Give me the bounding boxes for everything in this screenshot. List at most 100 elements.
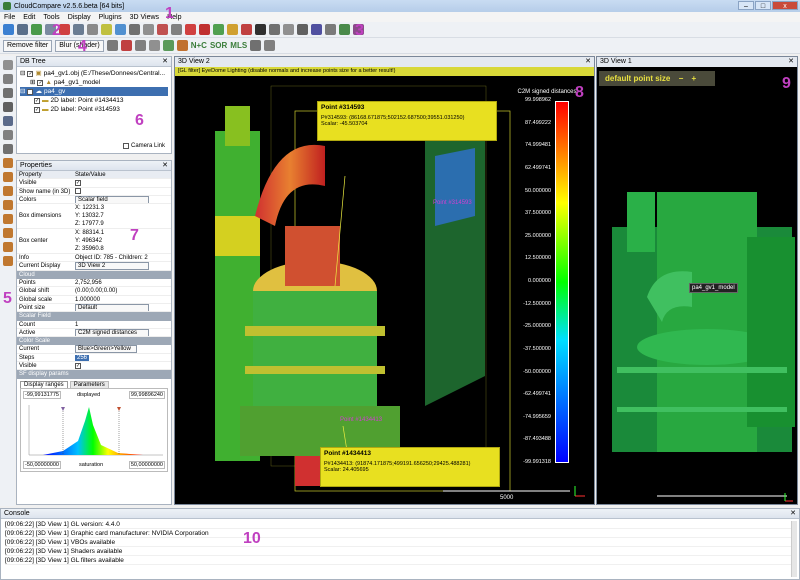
capture-icon[interactable] (250, 40, 262, 51)
menu-tools[interactable]: Tools (43, 14, 59, 21)
color-icon[interactable] (157, 24, 168, 35)
point-label-1[interactable]: Point #314593 P#314593: (86168.671875;50… (317, 101, 497, 141)
prop-visible[interactable]: Visible ✓ (17, 179, 171, 188)
filter-icon[interactable] (227, 24, 238, 35)
tab-parameters[interactable]: Parameters (69, 380, 109, 388)
console-close-icon[interactable]: ✕ (790, 509, 796, 519)
point-size-select[interactable]: Default (75, 303, 149, 312)
iso-view-2-icon[interactable] (2, 256, 13, 266)
measure-icon[interactable] (283, 24, 294, 35)
view-front-icon[interactable] (2, 172, 13, 182)
iso-view-icon[interactable] (2, 242, 13, 252)
remove-filter-button[interactable]: Remove filter (3, 39, 53, 52)
sphere-icon[interactable] (255, 24, 266, 35)
point-pick-icon[interactable] (185, 24, 196, 35)
segment-icon[interactable] (87, 24, 98, 35)
active-sf-select[interactable]: C2M signed distances (75, 328, 149, 337)
pivot-icon[interactable] (2, 102, 13, 112)
crop-icon[interactable] (129, 24, 140, 35)
point-label-2[interactable]: Point #1434413 P#1434413: (91874.171875;… (320, 447, 500, 487)
camera-icon[interactable] (311, 24, 322, 35)
center-icon[interactable] (2, 130, 13, 140)
console-log[interactable]: [09:06:22] [3D View 1] GL version: 4.4.0… (1, 519, 799, 566)
range-max-field[interactable]: 99,99896240 (128, 390, 165, 399)
tab-display-ranges[interactable]: Display ranges (20, 380, 68, 388)
colors-select[interactable]: Scalar field (75, 195, 149, 204)
view-2-close-icon[interactable]: ✕ (585, 57, 591, 67)
histogram-panel: -99,99131775 displayed 99,99896240 -50,0… (20, 387, 168, 472)
menu-plugins[interactable]: Plugins (99, 14, 122, 21)
tree-item-label-2[interactable]: ✓ ▬ 2D label: Point #314593 (20, 105, 168, 114)
camera-link[interactable]: Camera Link (122, 143, 165, 149)
translate-icon[interactable] (101, 24, 112, 35)
maximize-button[interactable]: □ (755, 1, 771, 10)
view-bottom-icon[interactable] (2, 228, 13, 238)
tree-item-label-1[interactable]: ✓ ▬ 2D label: Point #1434413 (20, 96, 168, 105)
sat-max-field[interactable]: 50,00000000 (128, 460, 165, 469)
scale-tick-label: 87.499222 (525, 119, 551, 126)
settings-icon[interactable] (264, 40, 276, 51)
view-1-close-icon[interactable]: ✕ (788, 57, 794, 67)
prop-scale-visible[interactable]: Visible ✓ (17, 362, 171, 371)
view-2[interactable]: 3D View 2 ✕ [GL filter] EyeDome Lighting… (174, 56, 595, 505)
close-button[interactable]: x (772, 1, 798, 10)
pick-icon[interactable] (171, 24, 182, 35)
tree-item-cloud[interactable]: ⊟ ✓ ☁ pa4_gv (20, 87, 168, 96)
zoom-1to1-icon[interactable] (2, 88, 13, 98)
pan-icon[interactable] (2, 74, 13, 84)
minimize-button[interactable]: – (738, 1, 754, 10)
grid-icon[interactable] (148, 40, 160, 51)
view-left-icon[interactable] (2, 186, 13, 196)
view-1[interactable]: 3D View 1 ✕ default point size − + 4000 … (596, 56, 798, 505)
view-back-icon[interactable] (2, 200, 13, 210)
prop-colors[interactable]: Colors Scalar field (17, 195, 171, 205)
s-curve-icon[interactable] (120, 40, 132, 51)
sample-icon[interactable] (73, 24, 84, 35)
prop-current[interactable]: Current Blue>Green>Yellow (17, 345, 171, 354)
cross-section-icon[interactable] (269, 24, 280, 35)
green-shape-icon[interactable] (339, 24, 350, 35)
color-scale-select[interactable]: Blue>Green>Yellow (75, 345, 137, 353)
mls-label[interactable]: MLS (230, 41, 247, 50)
prop-point-size[interactable]: Point size Default (17, 303, 171, 313)
sf-gradient-icon[interactable] (241, 24, 252, 35)
menu-file[interactable]: File (4, 14, 15, 21)
properties-close-icon[interactable]: ✕ (162, 161, 168, 171)
pencil-icon[interactable] (2, 60, 13, 70)
range-min-field[interactable]: -99,99131775 (23, 390, 61, 399)
view-right-icon[interactable] (2, 214, 13, 224)
prop-current-display[interactable]: Current Display 3D View 2 (17, 262, 171, 271)
tree-item-model[interactable]: ⊞ ✓ ▲ pa4_gv1_model (20, 78, 168, 87)
sat-min-field[interactable]: -50,00000000 (23, 460, 61, 469)
tree-item-obj[interactable]: ⊟ ✓ ▣ pa4_gv1.obj (E:/These/Donnees/Central… (20, 69, 168, 78)
open-icon[interactable] (3, 24, 14, 35)
menu-display[interactable]: Display (68, 14, 91, 21)
histogram-icon[interactable] (213, 24, 224, 35)
save-icon[interactable] (17, 24, 28, 35)
plus-icon[interactable] (162, 40, 174, 51)
plane-icon[interactable] (199, 24, 210, 35)
mesh-icon[interactable] (134, 40, 146, 51)
perspective-icon[interactable] (2, 116, 13, 126)
console-scrollbar[interactable] (791, 521, 797, 577)
prop-active[interactable]: Active C2M signed distances (17, 328, 171, 338)
subsample-icon[interactable] (143, 24, 154, 35)
normals-label[interactable]: N+C (191, 41, 207, 50)
display-select[interactable]: 3D View 2 (75, 262, 149, 270)
histogram-chart[interactable] (23, 401, 167, 459)
db-tree-close-icon[interactable]: ✕ (162, 57, 168, 67)
clone-icon[interactable] (31, 24, 42, 35)
filter-icon-2[interactable] (106, 40, 118, 51)
menu-edit[interactable]: Edit (23, 14, 35, 21)
sor-label[interactable]: SOR (210, 41, 227, 50)
sf-icon[interactable] (176, 40, 188, 51)
menu-3d-views[interactable]: 3D Views (130, 14, 159, 21)
magnifier-icon[interactable] (2, 144, 13, 154)
view-top-icon[interactable] (2, 158, 13, 168)
align-icon[interactable] (115, 24, 126, 35)
prop-steps[interactable]: Steps 256 (17, 354, 171, 363)
prop-show-name[interactable]: Show name (in 3D) (17, 187, 171, 196)
render-icon[interactable] (325, 24, 336, 35)
label-icon[interactable] (297, 24, 308, 35)
steps-spinbox[interactable]: 256 (75, 354, 90, 361)
